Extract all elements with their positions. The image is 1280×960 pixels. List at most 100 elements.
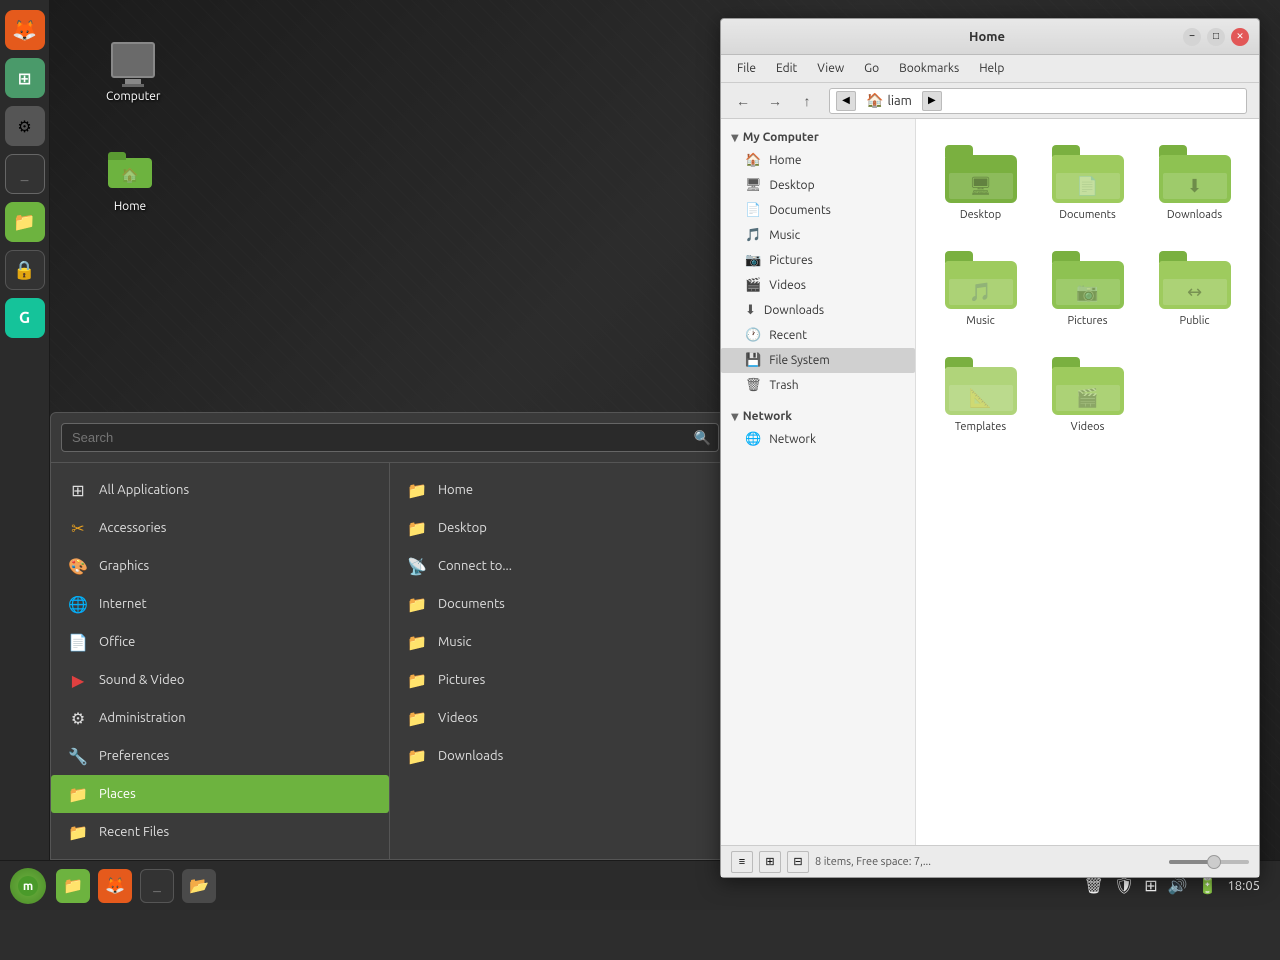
menu-item-internet[interactable]: 🌐 Internet [51,585,389,623]
nav-downloads[interactable]: ⬇ Downloads [721,298,915,323]
menu-item-office[interactable]: 📄 Office [51,623,389,661]
right-desktop-label: Desktop [438,521,487,535]
file-pictures-label: Pictures [1068,315,1108,327]
file-item-documents[interactable]: 📄 Documents [1039,135,1136,231]
window-menubar: File Edit View Go Bookmarks Help [721,55,1259,83]
menu-item-preferences[interactable]: 🔧 Preferences [51,737,389,775]
menu-edit[interactable]: Edit [768,60,805,77]
menu-item-graphics[interactable]: 🎨 Graphics [51,547,389,585]
menu-file[interactable]: File [729,60,764,77]
menu-item-accessories[interactable]: ✂ Accessories [51,509,389,547]
menu-right-downloads[interactable]: 📁 Downloads [390,737,729,775]
menu-item-recent-files[interactable]: 📁 Recent Files [51,813,389,851]
internet-icon: 🌐 [67,593,89,615]
nav-recent-icon: 🕐 [745,328,761,343]
file-item-public[interactable]: ↔ Public [1146,241,1243,337]
right-downloads-icon: 📁 [406,745,428,767]
menu-go[interactable]: Go [856,60,887,77]
nav-trash[interactable]: 🗑 Trash [721,373,915,398]
taskbar-volume-icon[interactable]: 🔊 [1168,876,1188,895]
file-item-music[interactable]: 🎵 Music [932,241,1029,337]
right-documents-label: Documents [438,597,505,611]
window-maximize-btn[interactable]: □ [1207,28,1225,46]
statusbar-btn1[interactable]: ≡ [731,851,753,873]
menu-right-home[interactable]: 📁 Home [390,471,729,509]
nav-network[interactable]: 🌐 Network [721,427,915,452]
statusbar-btn2[interactable]: ⊞ [759,851,781,873]
location-label: 🏠 liam [860,92,918,109]
search-icon[interactable]: 🔍 [694,429,711,446]
window-toolbar: ← → ↑ ◀ 🏠 liam ▶ [721,83,1259,119]
svg-text:m: m [23,880,33,893]
menu-right-documents[interactable]: 📁 Documents [390,585,729,623]
taskbar-files-icon[interactable]: 📁 [56,869,90,903]
location-next-btn[interactable]: ▶ [922,91,942,111]
file-item-pictures[interactable]: 📷 Pictures [1039,241,1136,337]
menu-view[interactable]: View [809,60,852,77]
nav-recent[interactable]: 🕐 Recent [721,323,915,348]
up-btn[interactable]: ↑ [793,87,821,115]
menu-right-pictures[interactable]: 📁 Pictures [390,661,729,699]
taskbar-filemanager-icon[interactable]: 📂 [182,869,216,903]
menu-item-all-apps[interactable]: ⊞ All Applications [51,471,389,509]
right-home-icon: 📁 [406,479,428,501]
mint-logo-icon: m [17,875,39,897]
sidebar-files-btn[interactable]: 📁 [5,202,45,242]
sidebar-launcher-btn[interactable]: ⊞ [5,58,45,98]
mint-logo-btn[interactable]: m [10,868,46,904]
taskbar-time: 18:05 [1227,879,1260,893]
nav-home[interactable]: 🏠 Home [721,148,915,173]
sidebar-lock-btn[interactable]: 🔒 [5,250,45,290]
computer-icon-label: Computer [106,90,160,103]
menu-item-sound-video[interactable]: ▶ Sound & Video [51,661,389,699]
statusbar-text: 8 items, Free space: 7,... [815,856,1163,868]
desktop-icon-home[interactable]: 🏠 Home [100,140,160,219]
desktop-icon-computer[interactable]: Computer [100,30,166,109]
window-minimize-btn[interactable]: − [1183,28,1201,46]
search-bar: 🔍 [51,413,729,463]
nav-desktop[interactable]: 🖥 Desktop [721,173,915,198]
file-item-desktop[interactable]: 🖥 Desktop [932,135,1029,231]
graphics-label: Graphics [99,559,149,573]
right-pictures-label: Pictures [438,673,485,687]
menu-item-administration[interactable]: ⚙ Administration [51,699,389,737]
forward-btn[interactable]: → [761,87,789,115]
menu-right-music[interactable]: 📁 Music [390,623,729,661]
nav-downloads-icon: ⬇ [745,303,756,318]
taskbar-firefox-icon[interactable]: 🦊 [98,869,132,903]
nav-music[interactable]: 🎵 Music [721,223,915,248]
section-my-computer[interactable]: ▼ My Computer [721,127,915,148]
right-home-label: Home [438,483,473,497]
window-close-btn[interactable] [1231,28,1249,46]
menu-item-places[interactable]: 📁 Places [51,775,389,813]
zoom-slider[interactable] [1169,860,1249,864]
search-input[interactable] [61,423,719,452]
sidebar-firefox-btn[interactable]: 🦊 [5,10,45,50]
back-btn[interactable]: ← [729,87,757,115]
menu-right-connect[interactable]: 📡 Connect to... [390,547,729,585]
file-item-templates[interactable]: 📐 Templates [932,347,1029,443]
right-desktop-icon: 📁 [406,517,428,539]
app-menu: 🔍 ⊞ All Applications ✂ Accessories 🎨 Gra… [50,412,730,860]
app-menu-left-panel: ⊞ All Applications ✂ Accessories 🎨 Graph… [51,463,390,859]
taskbar-terminal-icon[interactable]: _ [140,869,174,903]
nav-pictures[interactable]: 📷 Pictures [721,248,915,273]
menu-right-desktop[interactable]: 📁 Desktop [390,509,729,547]
my-computer-arrow-icon: ▼ [731,132,739,144]
statusbar-btn3[interactable]: ⊟ [787,851,809,873]
file-item-downloads[interactable]: ⬇ Downloads [1146,135,1243,231]
section-network[interactable]: ▼ Network [721,406,915,427]
nav-videos[interactable]: 🎬 Videos [721,273,915,298]
sidebar-terminal-btn[interactable]: _ [5,154,45,194]
nav-filesystem[interactable]: 💾 File System [721,348,915,373]
all-apps-label: All Applications [99,483,189,497]
location-prev-btn[interactable]: ◀ [836,91,856,111]
sidebar-grammarly-btn[interactable]: G [5,298,45,338]
menu-help[interactable]: Help [971,60,1012,77]
menu-right-videos[interactable]: 📁 Videos [390,699,729,737]
nav-documents[interactable]: 📄 Documents [721,198,915,223]
menu-bookmarks[interactable]: Bookmarks [891,60,967,77]
all-apps-icon: ⊞ [67,479,89,501]
sidebar-settings-btn[interactable]: ⚙ [5,106,45,146]
file-item-videos[interactable]: 🎬 Videos [1039,347,1136,443]
